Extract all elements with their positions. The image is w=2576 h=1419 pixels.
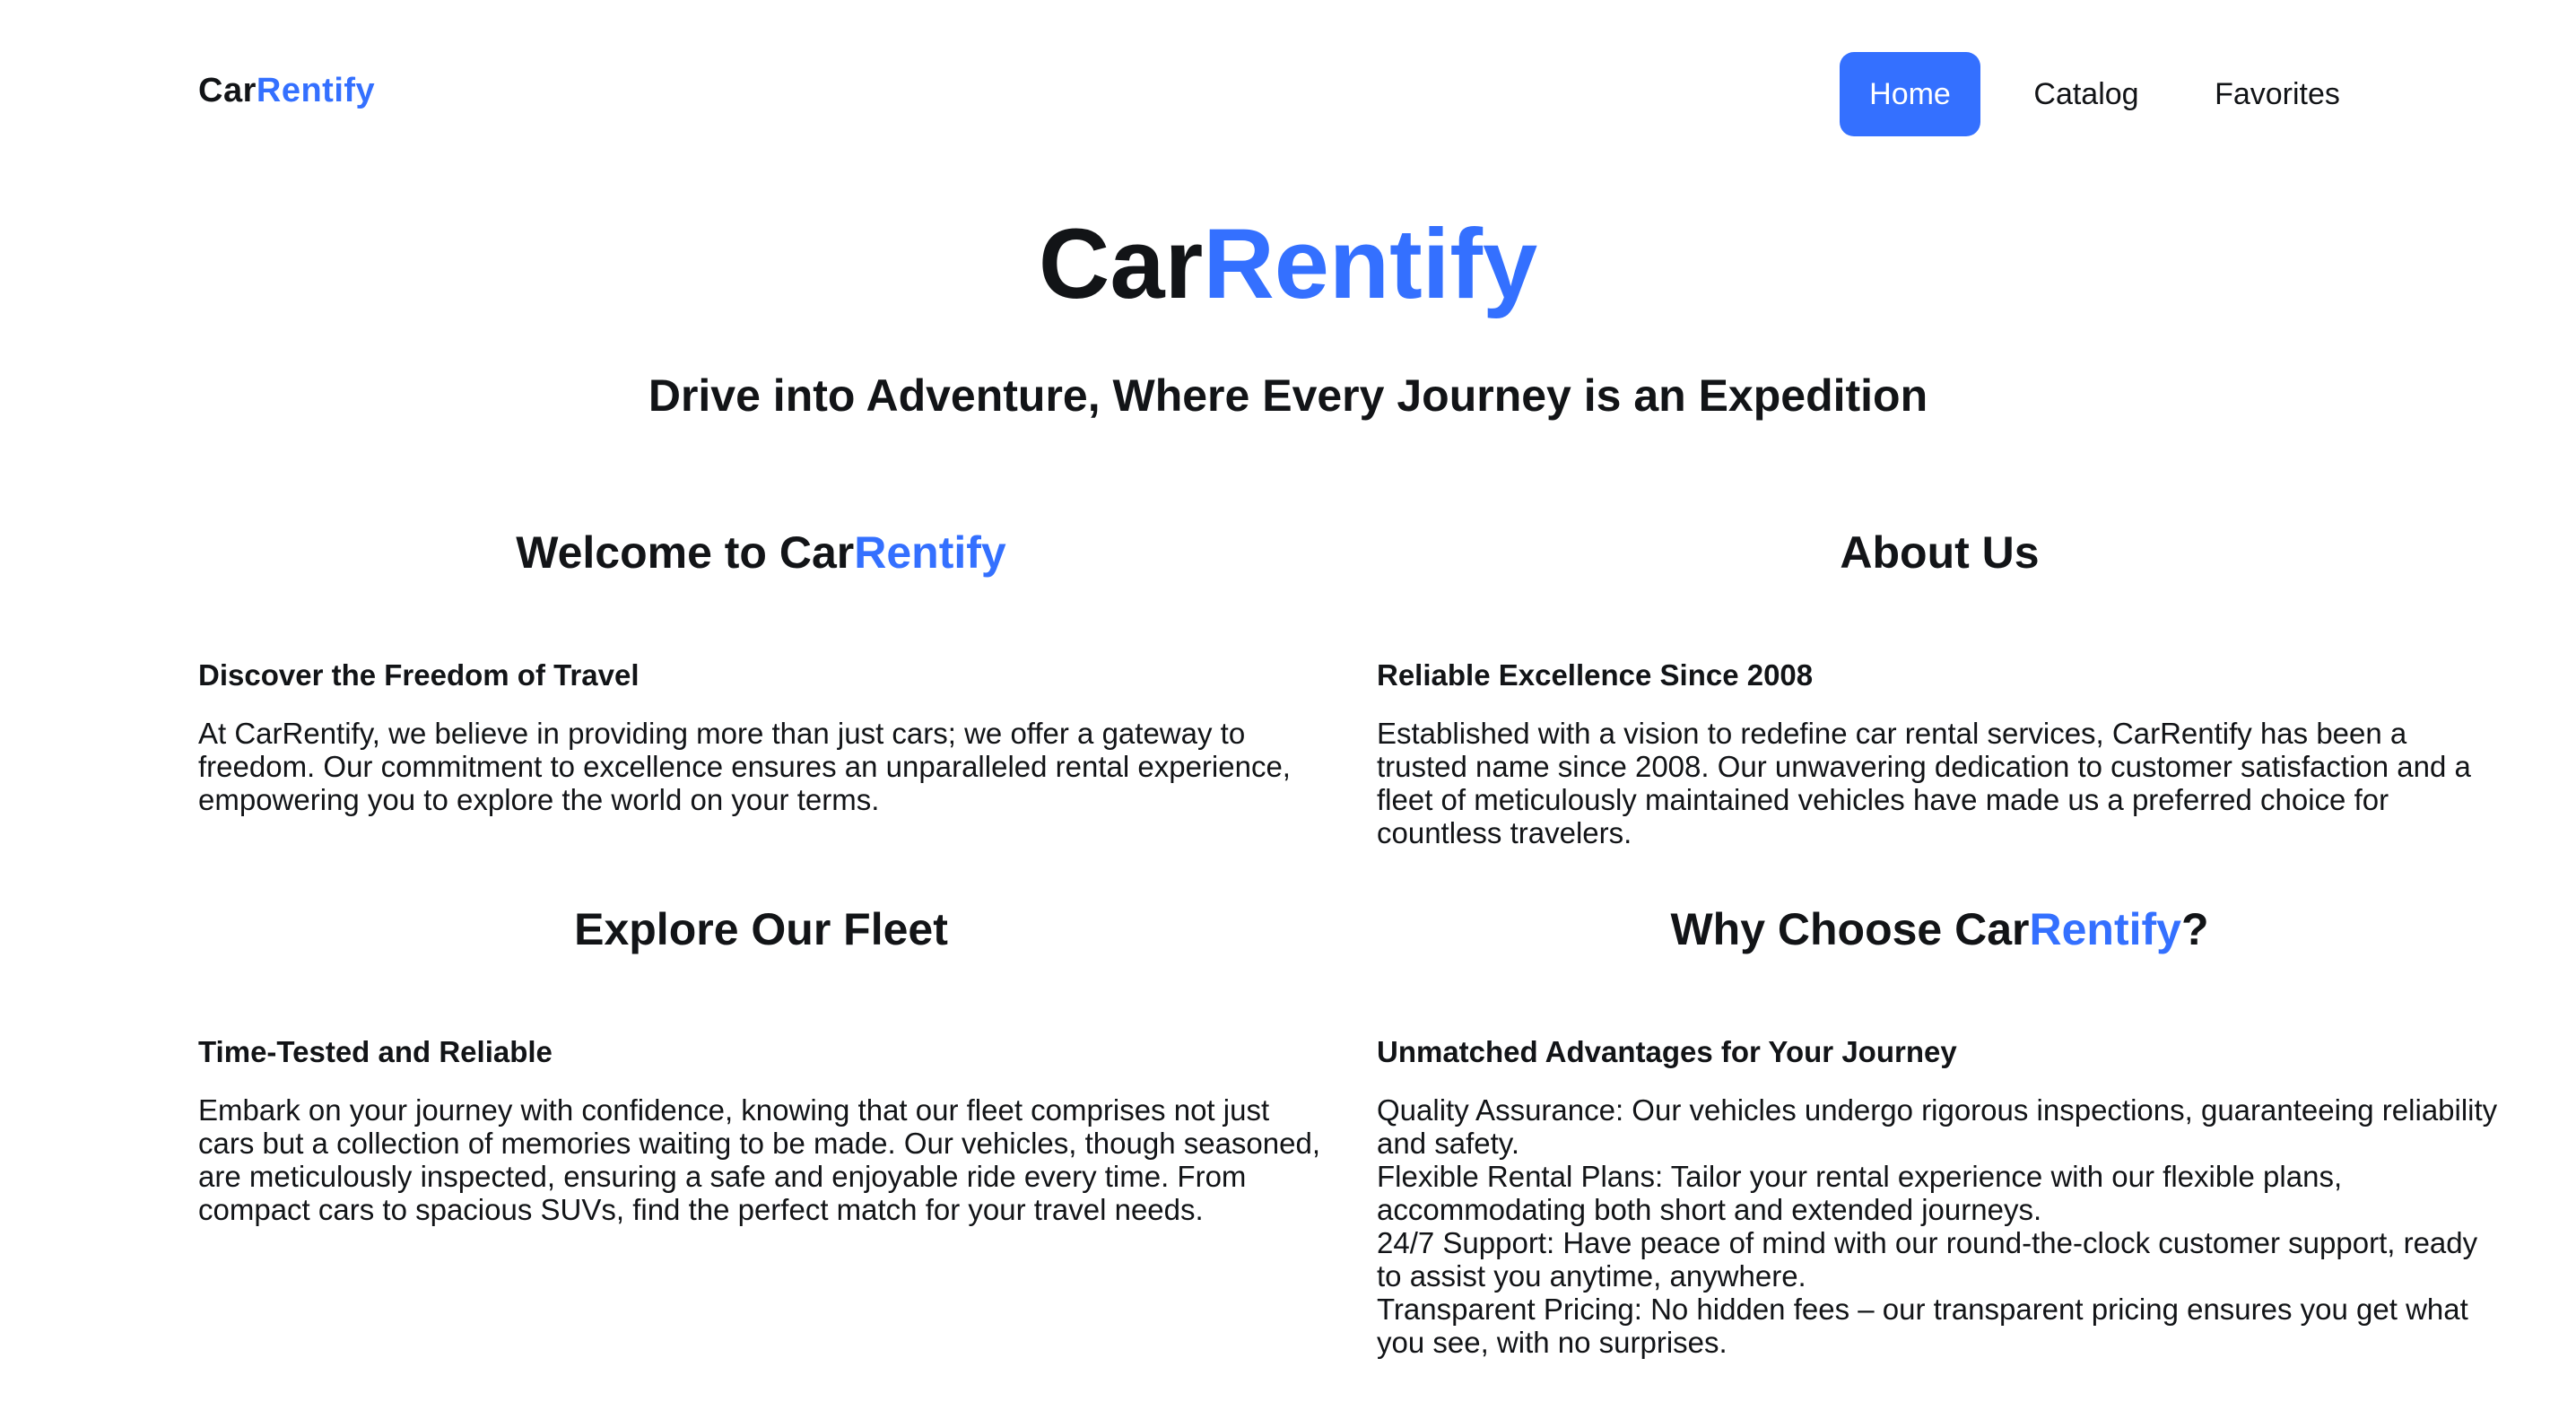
welcome-title-accent: Rentify bbox=[854, 527, 1006, 578]
nav-home-link[interactable]: Home bbox=[1840, 52, 1980, 136]
welcome-subtitle: Discover the Freedom of Travel bbox=[198, 658, 640, 692]
why-item-quality: Quality Assurance: Our vehicles undergo … bbox=[1377, 1093, 2498, 1160]
why-title: Why Choose CarRentify? bbox=[1377, 901, 2502, 957]
logo[interactable]: CarRentify bbox=[198, 69, 375, 112]
fleet-title: Explore Our Fleet bbox=[574, 904, 948, 954]
fleet-section: Explore Our Fleet Time-Tested and Reliab… bbox=[198, 901, 1324, 1226]
welcome-body: At CarRentify, we believe in providing m… bbox=[198, 717, 1291, 816]
hero-title: CarRentify bbox=[0, 206, 2576, 323]
nav-catalog-link[interactable]: Catalog bbox=[2015, 52, 2158, 136]
why-item-pricing: Transparent Pricing: No hidden fees – ou… bbox=[1377, 1293, 2468, 1359]
hero-title-car: Car bbox=[1038, 209, 1204, 319]
why-list: Quality Assurance: Our vehicles undergo … bbox=[1377, 1093, 2502, 1359]
about-subtitle: Reliable Excellence Since 2008 bbox=[1377, 658, 1814, 692]
hero-title-rentify: Rentify bbox=[1203, 209, 1538, 319]
page: CarRentify Home Catalog Favorites CarRen… bbox=[0, 0, 2576, 1419]
logo-text-rentify: Rentify bbox=[256, 72, 376, 109]
logo-text-car: Car bbox=[198, 72, 257, 109]
fleet-subtitle: Time-Tested and Reliable bbox=[198, 1035, 553, 1068]
why-title-end: ? bbox=[2180, 904, 2209, 954]
main-nav: Home Catalog Favorites bbox=[1840, 52, 2350, 136]
why-title-main: Why Choose Car bbox=[1670, 904, 2030, 954]
site-header: CarRentify Home Catalog Favorites bbox=[0, 0, 2576, 188]
why-item-support: 24/7 Support: Have peace of mind with ou… bbox=[1377, 1226, 2478, 1293]
fleet-body: Embark on your journey with confidence, … bbox=[198, 1093, 1321, 1226]
welcome-title: Welcome to CarRentify bbox=[198, 525, 1324, 580]
nav-favorites-link[interactable]: Favorites bbox=[2205, 52, 2350, 136]
about-section: About Us Reliable Excellence Since 2008 … bbox=[1377, 525, 2502, 849]
welcome-title-main: Welcome to Car bbox=[516, 527, 855, 578]
why-subtitle: Unmatched Advantages for Your Journey bbox=[1377, 1035, 1957, 1068]
hero-subtitle: Drive into Adventure, Where Every Journe… bbox=[648, 370, 1928, 421]
why-item-flexible: Flexible Rental Plans: Tailor your renta… bbox=[1377, 1160, 2343, 1226]
why-section: Why Choose CarRentify? Unmatched Advanta… bbox=[1377, 901, 2502, 1359]
about-body: Established with a vision to redefine ca… bbox=[1377, 717, 2471, 849]
why-title-accent: Rentify bbox=[2029, 904, 2181, 954]
welcome-section: Welcome to CarRentify Discover the Freed… bbox=[198, 525, 1324, 816]
about-title: About Us bbox=[1840, 527, 2040, 578]
